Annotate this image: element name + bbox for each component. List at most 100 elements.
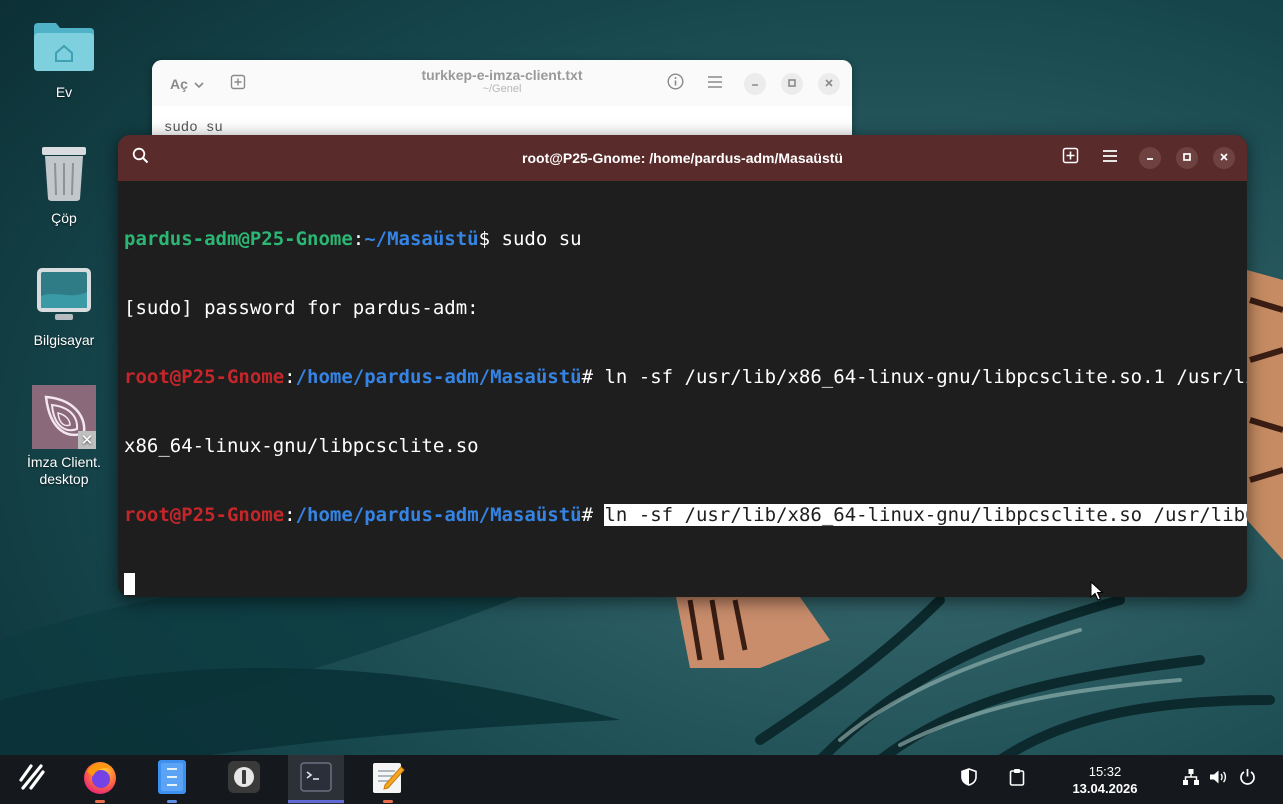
clock-date: 13.04.2026 [1072,781,1138,796]
firefox-icon [81,758,119,801]
home-folder-icon [31,14,97,80]
desktop-icon-label-imza-line2: desktop [39,471,89,487]
editor-close-button[interactable] [818,73,840,95]
taskbar-app-password-manager[interactable] [216,755,272,804]
network-icon [1182,768,1200,791]
untrusted-badge-icon: ✕ [78,431,96,449]
terminal-menu-button[interactable] [1098,146,1122,170]
prompt-symbol: # [581,504,605,526]
prompt-separator: : [284,366,296,388]
taskbar-app-terminal[interactable] [288,755,344,804]
output-text: [sudo] password for pardus-adm: [124,297,479,319]
tray-volume[interactable] [1206,767,1230,791]
command-text: $ sudo su [478,228,582,250]
command-text-wrapped: x86_64-linux-gnu/libpcsclite.so [124,435,479,457]
prompt-separator: : [284,504,296,526]
running-indicator [383,800,393,803]
terminal-close-button[interactable] [1213,147,1235,169]
prompt-user: pardus-adm@P25-Gnome [124,228,353,250]
info-icon [666,73,684,95]
computer-icon [31,262,97,328]
terminal-minimize-button[interactable] [1139,147,1161,169]
running-indicator [95,800,105,803]
search-icon [132,147,149,169]
prompt-path: /home/pardus-adm/Masaüstü [295,504,582,526]
desktop-icon-label-imza-line1: İmza Client. [27,454,101,470]
taskbar-app-files[interactable] [144,755,200,804]
text-cursor [124,573,135,595]
shield-icon [961,767,977,791]
desktop-icon-imza-client[interactable]: ✕ İmza Client. desktop [14,384,114,488]
prompt-path: ~/Masaüstü [364,228,479,250]
prompt-user: root@P25-Gnome [124,504,285,526]
terminal-new-tab-button[interactable] [1058,146,1082,170]
desktop-icon-label-home: Ev [55,84,73,100]
editor-subtitle: ~/Genel [482,83,522,95]
editor-maximize-button[interactable] [781,73,803,95]
terminal-title: root@P25-Gnome: /home/pardus-adm/Masaüst… [522,150,843,166]
clipboard-icon [1009,768,1025,791]
tray-security[interactable] [957,767,981,791]
editor-menu-button[interactable] [703,72,727,96]
chevron-down-icon [194,76,204,92]
terminal-headerbar: root@P25-Gnome: /home/pardus-adm/Masaüst… [118,135,1247,181]
tray-network[interactable] [1179,767,1203,791]
terminal-line [124,573,1241,596]
trash-icon [31,140,97,206]
terminal-line: root@P25-Gnome:/home/pardus-adm/Masaüstü… [124,504,1247,527]
maximize-icon [787,75,797,93]
power-icon [1239,768,1256,790]
running-indicator [167,800,177,803]
prompt-path: /home/pardus-adm/Masaüstü [295,366,582,388]
terminal-search-button[interactable] [128,146,152,170]
desktop-icon-computer[interactable]: Bilgisayar [14,262,114,349]
new-tab-icon [1062,147,1079,169]
desktop-icon-label-computer: Bilgisayar [33,332,95,348]
prompt-separator: : [352,228,365,250]
close-icon [824,75,834,93]
tray-power[interactable] [1235,767,1259,791]
app-launcher-icon: ✕ [31,384,97,450]
open-button[interactable]: Aç [164,72,210,96]
command-text: # ln -sf /usr/lib/x86_64-linux-gnu/libpc… [581,366,1247,388]
file-manager-icon [157,759,187,800]
desktop-icon-label-trash: Çöp [51,210,77,226]
minimize-icon [750,75,760,93]
terminal-line: x86_64-linux-gnu/libpcsclite.so [124,435,1241,458]
editor-text-line: sudo su [164,120,223,136]
terminal-window[interactable]: root@P25-Gnome: /home/pardus-adm/Masaüst… [118,135,1247,597]
editor-title-box: turkkep-e-imza-client.txt ~/Genel [352,67,652,96]
terminal-line: [sudo] password for pardus-adm: [124,297,1241,320]
text-editor-icon [371,759,405,800]
prompt-user: root@P25-Gnome [124,366,285,388]
taskbar-app-menu[interactable] [4,755,60,804]
desktop-icon-trash[interactable]: Çöp [14,140,114,227]
volume-icon [1209,769,1227,790]
selected-command-text[interactable]: ln -sf /usr/lib/x86_64-linux-gnu/libpcsc… [604,504,1247,526]
editor-minimize-button[interactable] [744,73,766,95]
terminal-icon [300,762,332,797]
clock-time: 15:32 [1088,764,1122,779]
close-icon [1219,149,1229,167]
open-button-label: Aç [170,76,188,92]
terminal-line: root@P25-Gnome:/home/pardus-adm/Masaüstü… [124,366,1247,389]
hamburger-menu-icon [1102,149,1118,168]
terminal-line: pardus-adm@P25-Gnome:~/Masaüstü$ sudo su [124,228,1241,251]
maximize-icon [1182,149,1192,167]
taskbar-app-text-editor[interactable] [360,755,416,804]
document-info-button[interactable] [663,72,687,96]
new-tab-button[interactable] [226,72,250,96]
menu-icon [17,762,47,797]
taskbar-app-firefox[interactable] [72,755,128,804]
clock[interactable]: 15:32 13.04.2026 [1058,763,1152,797]
mouse-pointer-icon [1090,581,1104,601]
terminal-output[interactable]: pardus-adm@P25-Gnome:~/Masaüstü$ sudo su… [118,181,1247,597]
tray-clipboard[interactable] [1005,767,1029,791]
hamburger-menu-icon [707,75,723,94]
minimize-icon [1145,149,1155,167]
taskbar: 15:32 13.04.2026 [0,755,1283,804]
editor-title: turkkep-e-imza-client.txt [421,67,583,83]
new-tab-icon [230,74,246,95]
desktop-icon-home[interactable]: Ev [14,14,114,101]
terminal-maximize-button[interactable] [1176,147,1198,169]
